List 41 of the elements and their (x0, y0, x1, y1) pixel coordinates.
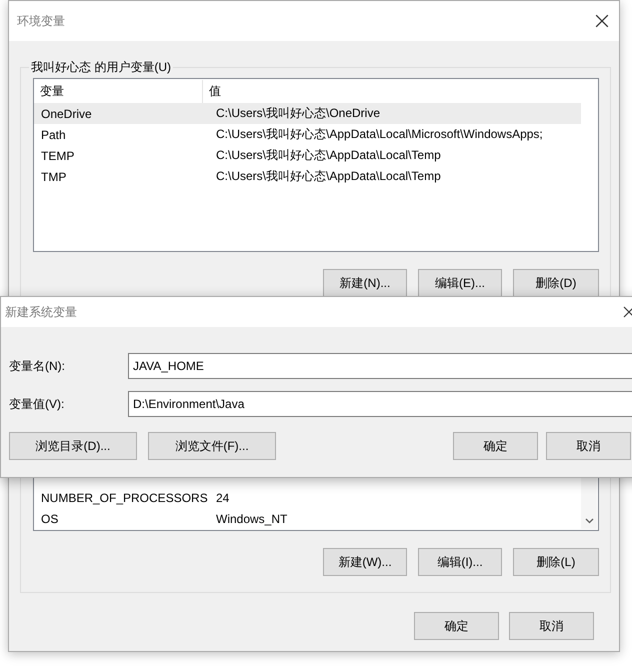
table-row[interactable]: Path C:\Users\我叫好心态\AppData\Local\Microsoft\WindowsApps; (34, 124, 581, 145)
table-cell-text: OS (40, 510, 60, 528)
input-field[interactable]: JAVA_HOME (128, 353, 632, 379)
table-row[interactable]: TMP C:\Users\我叫好心态\AppData\Local\Temp (34, 166, 581, 187)
list-button[interactable]: 编辑(I)... (418, 548, 502, 576)
group-label: 我叫好心态 的用户变量(U) (30, 59, 172, 76)
table-row[interactable]: OneDrive C:\Users\我叫好心态\OneDrive (34, 103, 581, 124)
table-cell-text: TEMP (40, 148, 76, 164)
table-cell-text: OneDrive (40, 106, 93, 122)
dialog-button[interactable]: 确定 (453, 432, 538, 460)
close-icon[interactable] (623, 306, 632, 318)
window-title: 新建系统变量 (5, 304, 77, 320)
list-button[interactable]: 新建(N)... (323, 269, 407, 297)
table-cell-text: C:\Users\我叫好心态\OneDrive (215, 105, 382, 122)
list-button[interactable]: 删除(D) (513, 269, 599, 297)
table-row[interactable]: NUMBER_OF_PROCESSORS 24 (34, 487, 581, 508)
table-row[interactable]: OS Windows_NT (34, 508, 581, 529)
dialog-button[interactable]: 取消 (546, 432, 631, 460)
list-button[interactable]: 删除(L) (513, 548, 599, 576)
dialog-button[interactable]: 确定 (414, 612, 499, 640)
table-row[interactable]: TEMP C:\Users\我叫好心态\AppData\Local\Temp (34, 145, 581, 166)
table-cell-text: NUMBER_OF_PROCESSORS (40, 490, 209, 506)
list-button[interactable]: 编辑(E)... (418, 269, 502, 297)
table-cell-text: C:\Users\我叫好心态\AppData\Local\Temp (215, 147, 442, 164)
table-cell-text: C:\Users\我叫好心态\AppData\Local\Microsoft\WindowsApps; (215, 126, 544, 143)
window-title: 环境变量 (17, 12, 65, 30)
table-cell-text: Windows_NT (215, 510, 288, 528)
input-field[interactable]: D:\Environment\Java (128, 391, 632, 417)
browse-button[interactable]: 浏览文件(F)... (148, 432, 276, 460)
dialog-button[interactable]: 取消 (509, 612, 594, 640)
close-icon[interactable] (595, 14, 609, 28)
field-label: 变量名(N): (9, 358, 66, 374)
table-cell-text: 24 (215, 490, 230, 506)
table-cell-text: C:\Users\我叫好心态\AppData\Local\Temp (215, 168, 442, 185)
field-label: 变量值(V): (9, 396, 66, 412)
list-button[interactable]: 新建(W)... (323, 548, 407, 576)
column-header[interactable]: 值 (203, 80, 581, 103)
table-cell-text: TMP (40, 168, 68, 186)
table-cell-text: Path (40, 126, 67, 144)
browse-button[interactable]: 浏览目录(D)... (9, 432, 137, 460)
chevron-down-icon[interactable] (584, 518, 594, 524)
